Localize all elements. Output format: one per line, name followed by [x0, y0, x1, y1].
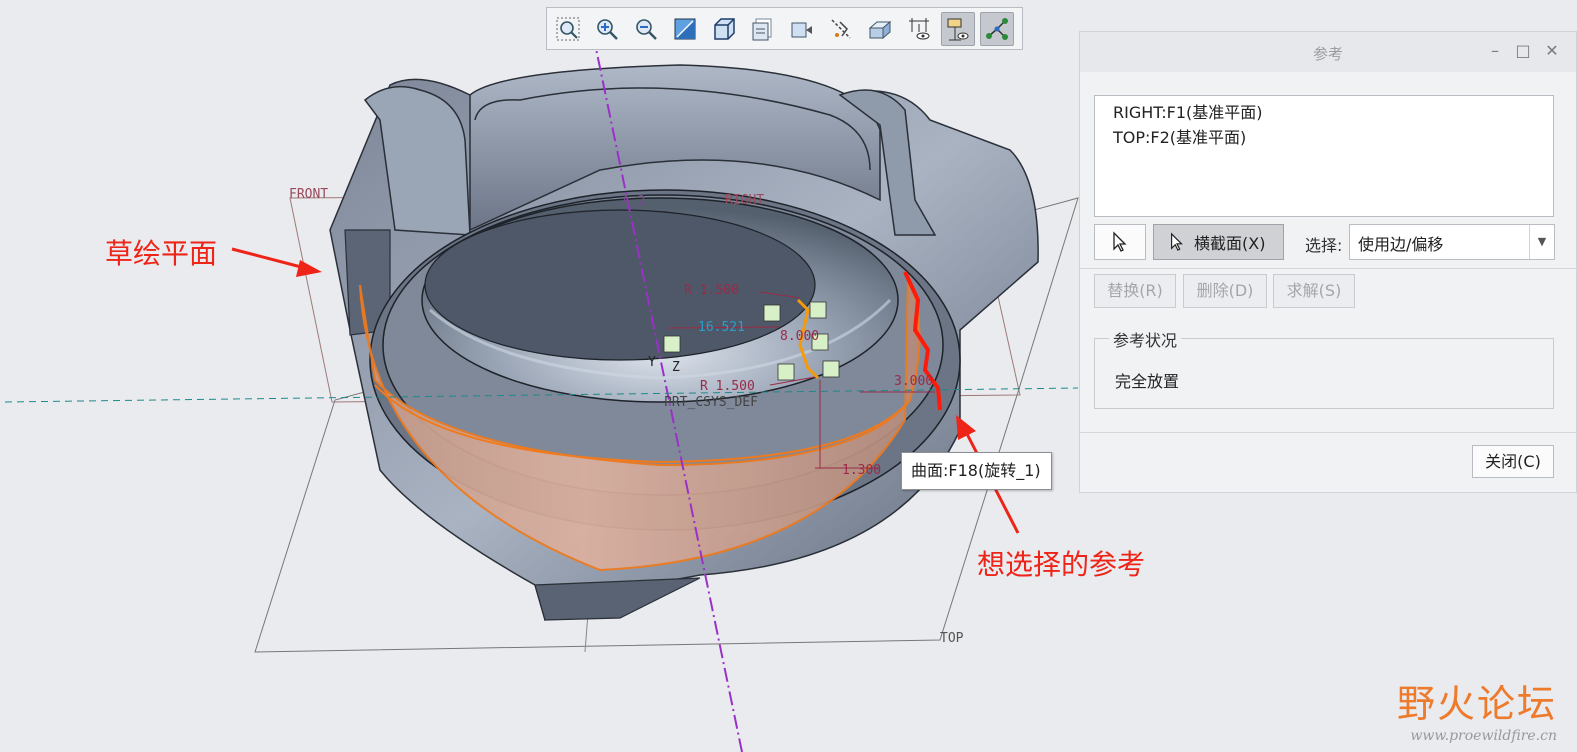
select-value: 使用边/偏移	[1358, 235, 1444, 254]
repaint-icon	[674, 18, 696, 39]
a2-axis-label: A_2	[622, 194, 646, 209]
reference-status-group: 参考状况 完全放置	[1094, 327, 1554, 409]
saved-views-button[interactable]	[746, 12, 780, 46]
watermark-url: www.proewildfire.cn	[1410, 728, 1557, 744]
datum-display-icon	[831, 18, 851, 39]
reference-list[interactable]: RIGHT:F1(基准平面) TOP:F2(基准平面)	[1094, 95, 1554, 217]
chevron-down-icon[interactable]: ▼	[1529, 225, 1554, 259]
display-style-button[interactable]	[707, 12, 741, 46]
cross-section-label: 横截面(X)	[1194, 234, 1266, 253]
status-value: 完全放置	[1115, 372, 1180, 391]
select-dropdown[interactable]: 使用边/偏移 ▼	[1349, 224, 1555, 260]
watermark-logo: 野火论坛	[1396, 682, 1557, 726]
solve-button[interactable]: 求解(S)	[1273, 274, 1355, 308]
z-axis-label: Z	[672, 360, 680, 375]
selection-tooltip: 曲面:F18(旋转_1)	[901, 452, 1052, 490]
close-icon[interactable]: ✕	[1541, 40, 1563, 62]
view-manager-button[interactable]	[785, 12, 819, 46]
right-plane-label: RIGHT	[725, 193, 765, 208]
zoom-in-button[interactable]	[590, 12, 624, 46]
dimension-1300[interactable]: 1.300	[842, 463, 881, 478]
zoom-in-icon	[597, 18, 618, 40]
select-reference-button[interactable]	[1094, 224, 1146, 260]
references-button[interactable]	[941, 11, 975, 46]
y-axis-label: Y	[648, 355, 656, 370]
references-dialog: 参考 – □ ✕ RIGHT:F1(基准平面) TOP:F2(基准平面) 横截面…	[1079, 31, 1577, 493]
dimension-3000[interactable]: 3.000	[894, 374, 933, 389]
cursor-arrow-icon	[1171, 232, 1183, 251]
replace-button[interactable]: 替换(R)	[1094, 274, 1176, 308]
view-manager-icon	[791, 22, 812, 37]
sketch-plane-annotation: 草绘平面	[105, 237, 218, 270]
dimension-8000[interactable]: 8.000	[780, 329, 819, 344]
dimension-radius-2[interactable]: R 1.500	[700, 379, 755, 394]
display-style-icon	[714, 17, 735, 40]
divider	[1080, 268, 1577, 269]
minimize-icon[interactable]: –	[1484, 40, 1506, 62]
dimension-radius-1[interactable]: R 1.500	[684, 283, 739, 298]
forum-watermark: 野火论坛 www.proewildfire.cn	[1397, 673, 1557, 744]
dimension-display-icon	[909, 17, 930, 39]
reference-item[interactable]: RIGHT:F1(基准平面)	[1113, 100, 1553, 125]
constraints-icon	[986, 17, 1008, 40]
zoom-window-button[interactable]	[551, 12, 585, 46]
zoom-window-icon	[556, 17, 580, 40]
sketch-view-icon	[868, 20, 892, 39]
cursor-arrow-icon	[1113, 231, 1127, 252]
view-toolbar	[546, 7, 1023, 50]
constraints-button[interactable]	[980, 11, 1014, 46]
zoom-out-icon	[636, 18, 657, 40]
reference-item[interactable]: TOP:F2(基准平面)	[1113, 125, 1553, 150]
dimension-16521[interactable]: 16.521	[698, 320, 745, 335]
divider	[1080, 432, 1577, 433]
csys-label: PRT_CSYS_DEF	[664, 395, 758, 410]
front-plane-label: FRONT	[289, 187, 329, 202]
maximize-icon[interactable]: □	[1512, 40, 1534, 62]
saved-views-icon	[752, 18, 772, 40]
select-label: 选择:	[1305, 236, 1343, 255]
delete-button[interactable]: 删除(D)	[1183, 274, 1267, 308]
cross-section-button[interactable]: 横截面(X)	[1153, 224, 1284, 260]
zoom-out-button[interactable]	[629, 12, 663, 46]
dimension-display-button[interactable]	[902, 12, 936, 46]
repaint-button[interactable]	[668, 12, 702, 46]
status-legend: 参考状况	[1109, 327, 1182, 351]
close-button[interactable]: 关闭(C)	[1472, 445, 1554, 478]
datum-display-button[interactable]	[824, 12, 858, 46]
sketch-view-button[interactable]	[863, 12, 897, 46]
top-plane-label: TOP	[940, 631, 964, 646]
dialog-titlebar[interactable]: 参考 – □ ✕	[1080, 32, 1576, 72]
desired-reference-annotation: 想选择的参考	[977, 548, 1146, 581]
references-icon	[947, 18, 969, 40]
